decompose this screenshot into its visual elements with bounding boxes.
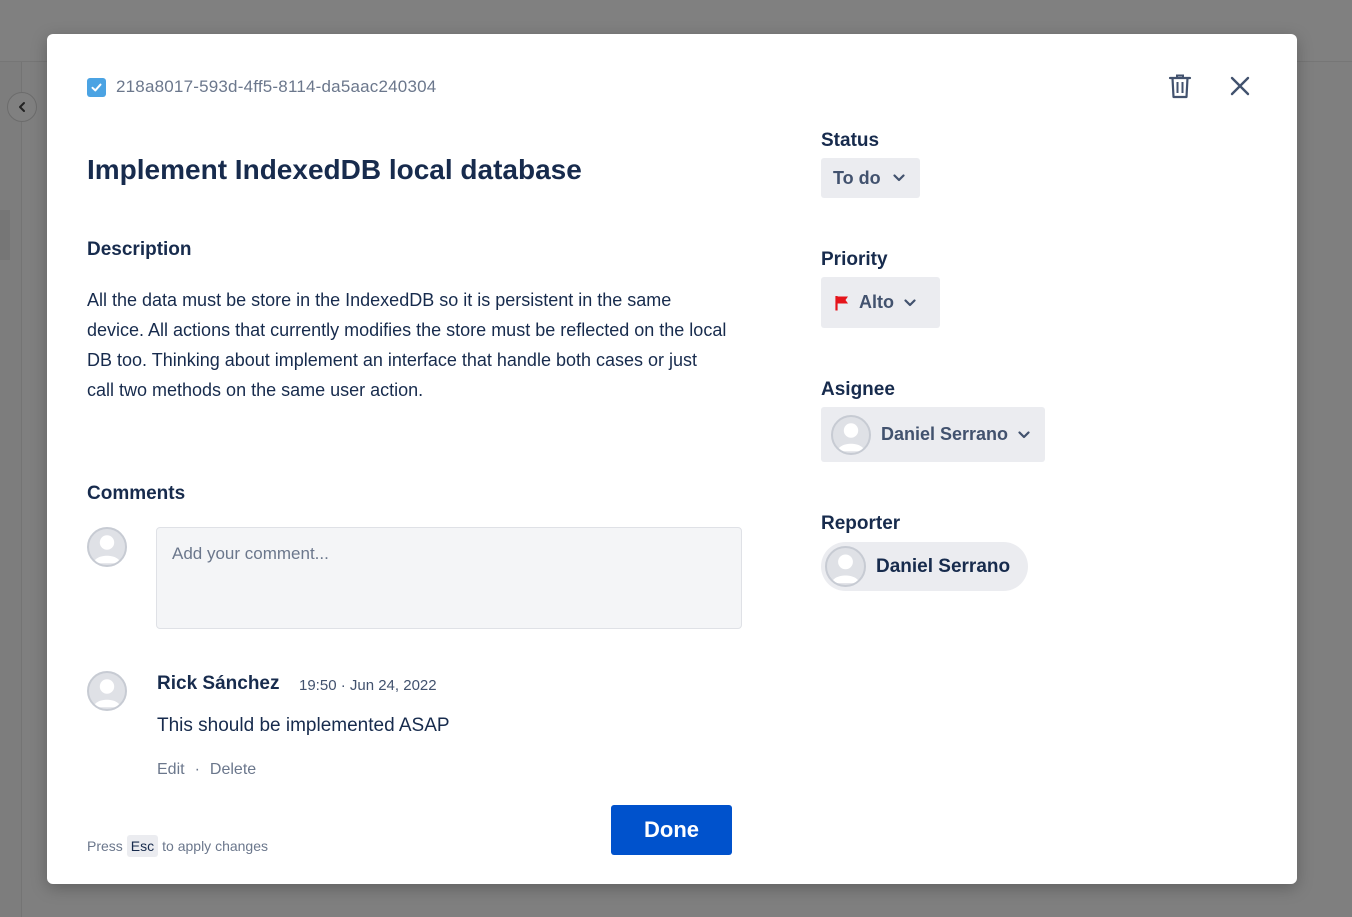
comment-input[interactable] (156, 527, 742, 629)
issue-description[interactable]: All the data must be store in the Indexe… (87, 285, 727, 405)
reporter-label: Reporter (821, 513, 901, 534)
chevron-down-icon (893, 174, 905, 182)
chevron-down-icon (904, 298, 916, 307)
hint-prefix: Press (87, 838, 123, 854)
esc-key-badge: Esc (126, 835, 159, 857)
comment-body: This should be implemented ASAP (157, 715, 450, 736)
description-label: Description (87, 239, 192, 260)
user-icon (93, 535, 121, 564)
priority-select[interactable]: Alto (821, 277, 940, 328)
asignee-value: Daniel Serrano (881, 424, 1009, 444)
modal-actions (1167, 72, 1253, 100)
comment-actions: Edit · Delete (157, 761, 256, 779)
asignee-avatar (831, 414, 871, 455)
status-select[interactable]: To do (821, 158, 920, 198)
status-value: To do (833, 167, 881, 188)
comment-author: Rick Sánchez (157, 673, 280, 694)
user-icon (837, 422, 865, 451)
comments-label: Comments (87, 483, 186, 504)
user-icon (831, 554, 860, 584)
user-icon (93, 679, 121, 708)
priority-label: Priority (821, 249, 888, 270)
checkbox-icon (87, 77, 106, 97)
reporter-avatar (825, 546, 866, 587)
trash-icon (1168, 74, 1192, 99)
comment-actions-separator: · (194, 761, 200, 778)
close-modal-button[interactable] (1227, 72, 1253, 100)
asignee-label: Asignee (821, 379, 895, 400)
issue-key: 218a8017-593d-4ff5-8114-da5aac240304 (87, 77, 436, 97)
reporter-chip: Daniel Serrano (821, 542, 1028, 591)
issue-modal: 218a8017-593d-4ff5-8114-da5aac240304 Imp… (47, 34, 1297, 884)
sidebar-collapse-button[interactable] (7, 92, 37, 122)
issue-title[interactable]: Implement IndexedDB local database (87, 154, 582, 186)
delete-comment-link[interactable]: Delete (210, 761, 256, 779)
done-button[interactable]: Done (611, 805, 732, 855)
asignee-select[interactable]: Daniel Serrano (821, 407, 1045, 462)
delete-issue-button[interactable] (1167, 72, 1193, 100)
edit-comment-link[interactable]: Edit (157, 761, 185, 779)
reporter-value: Daniel Serrano (876, 555, 1011, 577)
issue-key-text: 218a8017-593d-4ff5-8114-da5aac240304 (116, 77, 437, 96)
background-sidebar-tab (0, 210, 10, 260)
status-label: Status (821, 130, 880, 151)
chevron-left-icon (19, 102, 25, 112)
background-sidebar (0, 62, 22, 917)
flag-icon (835, 295, 849, 311)
comment-timestamp: 19:50 · Jun 24, 2022 (299, 677, 437, 694)
comment-author-avatar (87, 671, 127, 711)
esc-hint: Press Esc to apply changes (87, 835, 268, 857)
chevron-down-icon (1018, 430, 1030, 439)
hint-suffix: to apply changes (162, 838, 268, 854)
priority-value: Alto (859, 292, 894, 312)
current-user-avatar (87, 527, 127, 567)
close-icon (1230, 76, 1250, 96)
